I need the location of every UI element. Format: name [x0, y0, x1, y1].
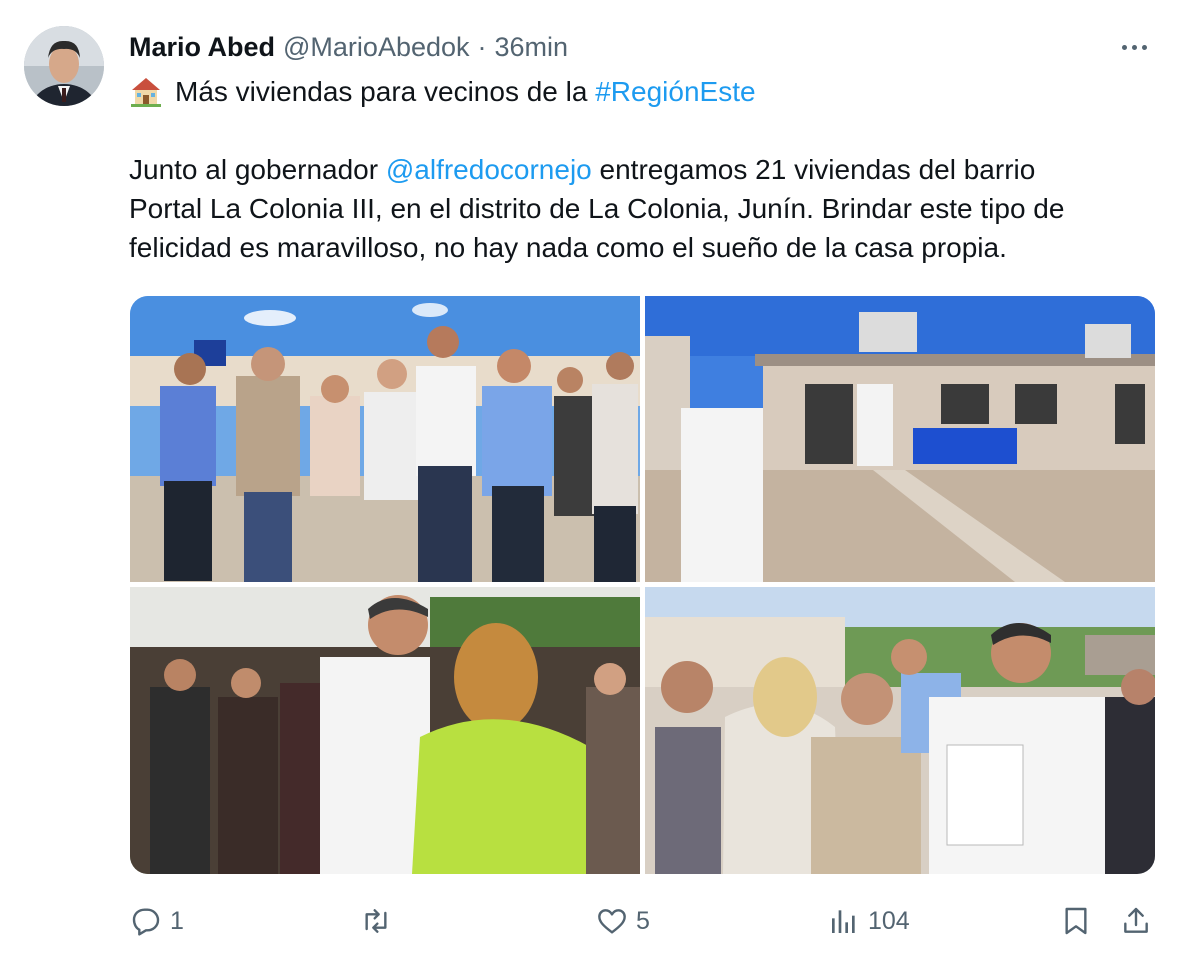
- reply-icon: [132, 908, 160, 936]
- media-grid: [130, 296, 1155, 874]
- more-dots-icon: [1121, 44, 1127, 50]
- tweet-header: Mario Abed @MarioAbedok · 36min: [129, 30, 568, 64]
- author-name[interactable]: Mario Abed: [129, 32, 275, 63]
- body-row-3: felicidad es maravilloso, no hay nada co…: [129, 232, 1007, 263]
- author-avatar[interactable]: [24, 26, 104, 106]
- bookmark-button[interactable]: [1060, 896, 1092, 946]
- body-row-1: Junto al gobernador @alfredocornejo entr…: [129, 154, 1036, 185]
- author-handle[interactable]: @MarioAbedok: [283, 32, 470, 63]
- tweet-body: Junto al gobernador @alfredocornejo entr…: [129, 150, 1169, 267]
- media-photo-1[interactable]: [130, 296, 640, 582]
- heart-icon: [598, 909, 626, 934]
- like-button[interactable]: 5: [596, 896, 650, 946]
- retweet-icon: [365, 909, 387, 933]
- media-photo-4[interactable]: [645, 587, 1155, 874]
- body-row-2: Portal La Colonia III, en el distrito de…: [129, 193, 1065, 224]
- like-count: 5: [636, 906, 650, 935]
- avatar-portrait: [24, 26, 104, 106]
- tweet-headline: Más viviendas para vecinos de la #Región…: [129, 72, 756, 112]
- views-count: 104: [868, 906, 910, 935]
- views-chart-icon: [832, 910, 855, 933]
- media-photo-2[interactable]: [645, 296, 1155, 582]
- headline-text: Más viviendas para vecinos de la: [175, 76, 596, 107]
- views-button[interactable]: 104: [828, 896, 910, 946]
- house-emoji-icon: [131, 78, 161, 107]
- header-separator: ·: [477, 31, 487, 62]
- media-photo-3[interactable]: [130, 587, 640, 874]
- share-button[interactable]: [1120, 896, 1152, 946]
- reply-count: 1: [170, 906, 184, 935]
- share-icon: [1124, 907, 1148, 933]
- more-options-button[interactable]: [1112, 30, 1156, 64]
- mention-link[interactable]: @alfredocornejo: [386, 154, 592, 185]
- tweet-time[interactable]: 36min: [495, 32, 569, 63]
- reply-button[interactable]: 1: [130, 896, 184, 946]
- hashtag-link[interactable]: #RegiónEste: [595, 76, 755, 107]
- bookmark-icon: [1065, 907, 1087, 935]
- tweet-actions-bar: 1 5 104: [0, 896, 1200, 946]
- retweet-button[interactable]: [360, 896, 400, 946]
